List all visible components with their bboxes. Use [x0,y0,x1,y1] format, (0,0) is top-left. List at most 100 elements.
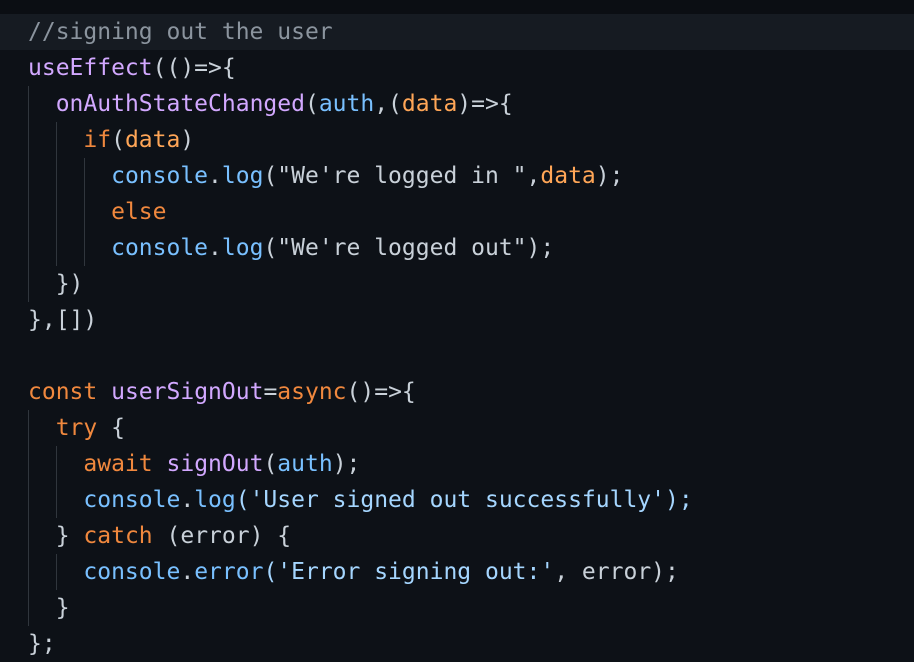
indent-guide [84,158,85,194]
indent-guide [28,482,29,518]
code-token: (error) { [152,523,292,549]
code-line[interactable]: //signing out the user [0,14,914,50]
code-token: console [83,559,181,585]
code-token: else [111,199,167,225]
code-token: error [194,559,264,585]
indent-guide [56,194,57,230]
indent-guide [28,194,29,230]
code-line[interactable]: }; [0,626,914,662]
code-token: auth [318,91,375,117]
indent-guide [84,194,85,230]
code-line[interactable]: else [0,194,914,230]
code-line[interactable]: if(data) [0,122,914,158]
code-token: ("We're logged in ", [263,163,541,189]
code-token: , error); [554,559,679,585]
indent-guide [28,266,29,302]
code-line[interactable]: }) [0,266,914,302]
code-line[interactable]: useEffect(()=>{ [0,50,914,86]
code-line[interactable]: await signOut(auth); [0,446,914,482]
code-line[interactable]: console.log("We're logged in ",data); [0,158,914,194]
code-token: . [180,487,195,513]
code-token: onAuthStateChanged [55,91,305,117]
code-token: data [124,127,181,153]
editor-top-strip [0,0,914,14]
code-token: . [208,235,222,261]
code-token: }) [55,271,84,297]
code-line[interactable]: const userSignOut=async()=>{ [0,374,914,410]
code-token: ( [304,91,319,117]
code-token: ()=>{ [346,379,416,405]
code-token: console [83,487,181,513]
code-token: ); [332,451,361,477]
indent-guide [56,554,57,590]
code-token: ("We're logged out"); [263,235,555,261]
code-editor[interactable]: //signing out the user useEffect(()=>{ on… [0,0,914,662]
indent-guide [28,158,29,194]
code-token: if [83,127,112,153]
indent-guide [56,482,57,518]
code-token: catch [83,523,153,549]
code-line[interactable]: },[]) [0,302,914,338]
code-block[interactable]: //signing out the user useEffect(()=>{ on… [0,14,914,662]
code-token: ('Error signing out:' [263,559,555,585]
code-token: signOut [166,451,264,477]
code-token: //signing out the user [28,19,333,45]
code-line[interactable] [0,338,914,374]
indent-guide [28,518,29,554]
code-token: await [83,451,153,477]
indent-guide [28,554,29,590]
code-line[interactable]: } [0,590,914,626]
code-token: useEffect [28,55,153,81]
code-token: } [55,523,84,549]
code-token: ,( [374,91,402,117]
code-token: = [263,379,278,405]
code-token: console [111,235,209,261]
code-token: . [208,163,222,189]
code-line[interactable]: console.log('User signed out successfull… [0,482,914,518]
indent-guide [56,122,57,158]
code-token: log [194,487,236,513]
code-token: ) [180,127,195,153]
indent-guide [28,122,29,158]
code-token: data [540,163,596,189]
code-line[interactable]: } catch (error) { [0,518,914,554]
code-token: log [221,235,264,261]
code-line[interactable]: try { [0,410,914,446]
code-token: (()=>{ [152,55,236,81]
code-token: console [111,163,209,189]
code-line[interactable]: console.error('Error signing out:', erro… [0,554,914,590]
code-token: ( [111,127,125,153]
code-token: const [28,379,98,405]
code-token: try [55,415,98,441]
code-token: )=>{ [457,91,513,117]
indent-guide [28,410,29,446]
code-token: }; [28,631,56,657]
code-token: userSignOut [111,379,264,405]
code-token: log [221,163,264,189]
indent-guide [56,446,57,482]
code-line[interactable]: console.log("We're logged out"); [0,230,914,266]
indent-guide [28,230,29,266]
indent-guide [84,230,85,266]
code-token: data [401,91,458,117]
code-token: } [55,595,70,621]
indent-guide [56,230,57,266]
code-token: { [97,415,125,441]
code-token: . [180,559,195,585]
code-token: async [277,379,347,405]
code-token: ( [263,451,278,477]
code-line[interactable]: onAuthStateChanged(auth,(data)=>{ [0,86,914,122]
indent-guide [56,158,57,194]
indent-guide [28,590,29,626]
code-token: ('User signed out successfully'); [235,487,693,513]
code-token: auth [277,451,333,477]
